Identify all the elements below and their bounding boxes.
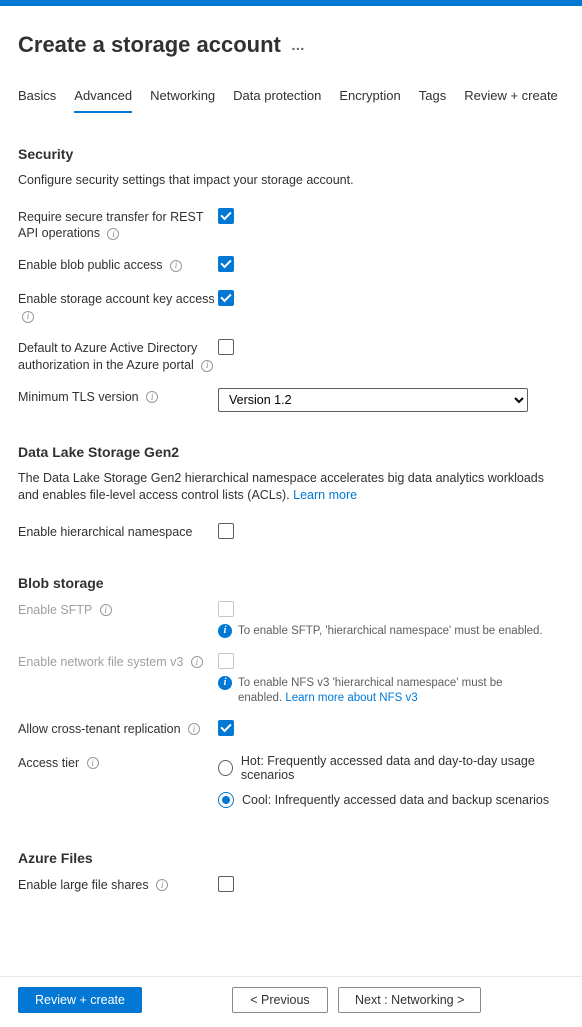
info-icon[interactable]: i [22, 311, 34, 323]
radio-access-tier-cool[interactable]: Cool: Infrequently accessed data and bac… [218, 792, 564, 808]
tab-data-protection[interactable]: Data protection [233, 82, 321, 113]
tab-networking[interactable]: Networking [150, 82, 215, 113]
info-badge-icon: i [218, 624, 232, 638]
hint-enable-sftp: i To enable SFTP, 'hierarchical namespac… [218, 624, 548, 639]
label-require-secure-transfer: Require secure transfer for REST API ope… [18, 208, 218, 243]
label-enable-sftp: Enable SFTP i [18, 601, 218, 619]
wizard-footer: Review + create < Previous Next : Networ… [0, 977, 582, 1027]
info-icon[interactable]: i [170, 260, 182, 272]
label-default-aad: Default to Azure Active Directory author… [18, 339, 218, 374]
wizard-tabs: Basics Advanced Networking Data protecti… [18, 82, 564, 114]
select-min-tls[interactable]: Version 1.2 [218, 388, 528, 412]
page-title: Create a storage account … [18, 32, 564, 58]
tab-tags[interactable]: Tags [419, 82, 446, 113]
review-create-button[interactable]: Review + create [18, 987, 142, 1013]
label-cross-tenant: Allow cross-tenant replication i [18, 720, 218, 738]
section-security-title: Security [18, 146, 564, 162]
tab-review-create[interactable]: Review + create [464, 82, 558, 113]
info-icon[interactable]: i [146, 391, 158, 403]
checkbox-enable-blob-public[interactable] [218, 256, 234, 272]
checkbox-enable-sftp [218, 601, 234, 617]
checkbox-cross-tenant[interactable] [218, 720, 234, 736]
radio-icon [218, 792, 234, 808]
tab-advanced[interactable]: Advanced [74, 82, 132, 113]
label-enable-key-access: Enable storage account key access i [18, 290, 218, 325]
section-datalake-title: Data Lake Storage Gen2 [18, 444, 564, 460]
label-enable-nfs: Enable network file system v3 i [18, 653, 218, 671]
hint-enable-nfs: i To enable NFS v3 'hierarchical namespa… [218, 676, 548, 706]
radio-icon [218, 760, 233, 776]
section-azure-files-title: Azure Files [18, 850, 564, 866]
info-icon[interactable]: i [87, 757, 99, 769]
link-nfs-learn-more[interactable]: Learn more about NFS v3 [285, 692, 417, 704]
info-icon[interactable]: i [156, 879, 168, 891]
section-security-desc: Configure security settings that impact … [18, 172, 564, 190]
radio-access-tier-hot[interactable]: Hot: Frequently accessed data and day-to… [218, 754, 564, 782]
checkbox-require-secure-transfer[interactable] [218, 208, 234, 224]
checkbox-enable-key-access[interactable] [218, 290, 234, 306]
azure-topbar [0, 0, 582, 6]
more-actions-icon[interactable]: … [291, 37, 307, 53]
section-blob-title: Blob storage [18, 575, 564, 591]
link-datalake-learn-more[interactable]: Learn more [293, 488, 357, 502]
label-enable-blob-public: Enable blob public access i [18, 256, 218, 274]
label-enable-hns: Enable hierarchical namespace [18, 523, 218, 541]
previous-button[interactable]: < Previous [232, 987, 328, 1013]
tab-basics[interactable]: Basics [18, 82, 56, 113]
checkbox-enable-hns[interactable] [218, 523, 234, 539]
label-min-tls: Minimum TLS version i [18, 388, 218, 406]
info-icon[interactable]: i [100, 604, 112, 616]
tab-encryption[interactable]: Encryption [339, 82, 400, 113]
checkbox-large-file-shares[interactable] [218, 876, 234, 892]
section-datalake-desc: The Data Lake Storage Gen2 hierarchical … [18, 470, 564, 505]
info-icon[interactable]: i [201, 360, 213, 372]
page-title-text: Create a storage account [18, 32, 281, 58]
checkbox-enable-nfs [218, 653, 234, 669]
info-icon[interactable]: i [191, 656, 203, 668]
checkbox-default-aad[interactable] [218, 339, 234, 355]
label-access-tier: Access tier i [18, 754, 218, 772]
info-icon[interactable]: i [107, 228, 119, 240]
info-badge-icon: i [218, 676, 232, 690]
next-button[interactable]: Next : Networking > [338, 987, 481, 1013]
label-large-file-shares: Enable large file shares i [18, 876, 218, 894]
info-icon[interactable]: i [188, 723, 200, 735]
